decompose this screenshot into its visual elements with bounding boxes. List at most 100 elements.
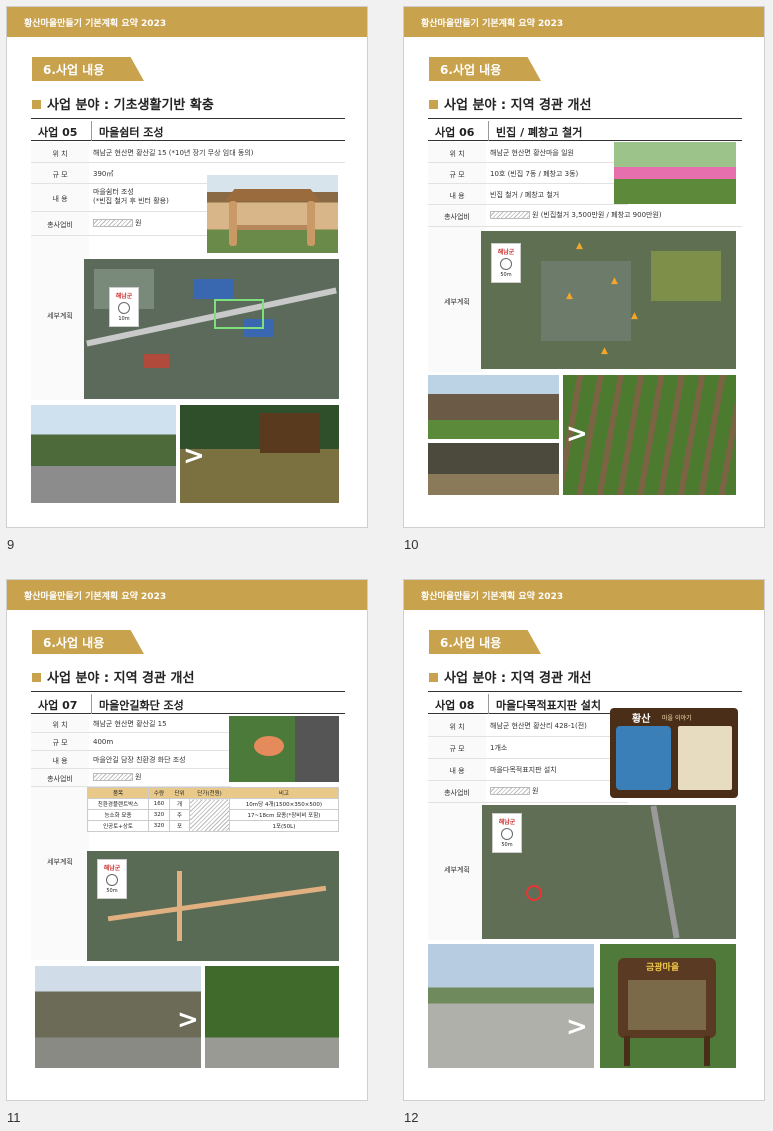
row-budget: 총사업비 원 [31, 769, 231, 787]
redacted-amount [490, 787, 530, 795]
cell: 능소화 묘종 [86, 809, 150, 821]
arrow-icon: > [183, 441, 205, 471]
divider [488, 121, 489, 141]
row-content: 내 용 마을쉼터 조성 (*빈집 철거 후 빈터 활용) [31, 184, 211, 212]
row-location: 위 치 해남군 현산면 황산길 15 [31, 715, 231, 733]
cell: 인공토+상토 [86, 820, 150, 832]
cell: 320 [148, 809, 170, 821]
arrow-icon: > [177, 1005, 199, 1035]
project-row: 사업 05 마을쉼터 조성 [31, 121, 345, 141]
page-12: 황산마을만들기 기본계획 요약 2023 6.사업 내용 사업 분야 : 지역 … [403, 579, 765, 1101]
aerial-map: 해남군 10m [84, 259, 339, 399]
materials-table: 품목 수량 단위 단가(천원) 비고 친환경플랜트박스 160 개 10m당 4… [86, 787, 340, 832]
map-scale: 50m [500, 272, 512, 278]
label-budget: 총사업비 [444, 789, 470, 797]
section-label: 6.사업 내용 [429, 630, 541, 654]
village-sign-image: 황산 마을 이야기 [610, 708, 738, 798]
cell: 개 [168, 798, 191, 810]
field-title: 사업 분야 : 기초생활기반 확충 [32, 94, 214, 113]
divider [488, 694, 489, 714]
map-logo: 해남군 [103, 865, 121, 872]
value-content: 빈집 철거 / 폐창고 철거 [490, 191, 560, 199]
budget-note: (빈집철거 3,500만원 / 폐창고 900만원) [540, 211, 662, 219]
label-location: 위 치 [449, 723, 465, 731]
value-scale: 10호 (빈집 7동 / 폐창고 3동) [490, 170, 579, 178]
label-content: 내 용 [52, 195, 68, 203]
map-scale: 50m [106, 888, 118, 894]
photo-install-site [428, 944, 594, 1068]
table-top-rule [31, 118, 345, 119]
project-row: 사업 08 마을다목적표지판 설치 [428, 694, 628, 714]
col-header: 단가(천원) [189, 787, 230, 799]
cell: 10m당 4개(1500×350×500) [228, 798, 340, 810]
photo-trumpet-vine [229, 716, 339, 782]
photo-shelter [207, 175, 338, 253]
label-budget: 총사업비 [47, 221, 73, 229]
won-unit: 원 [532, 211, 539, 219]
label-scale: 규 모 [52, 739, 68, 747]
row-content: 내 용 마을안길 담장 친환경 화단 조성 [31, 751, 231, 769]
value-location: 해남군 현산면 황산마을 일원 [490, 149, 574, 157]
sign-title: 황산 [632, 714, 651, 725]
label-scale: 규 모 [449, 171, 465, 179]
cell: 친환경플랜트박스 [86, 798, 150, 810]
redacted-amount [490, 211, 530, 219]
page-number: 11 [7, 1110, 21, 1125]
project-id: 사업 08 [435, 699, 475, 712]
project-name: 마을다목적표지판 설치 [496, 699, 602, 712]
row-budget: 총사업비 원 [31, 212, 211, 236]
row-scale: 규 모 1개소 [428, 737, 628, 759]
map-scale: 10m [118, 316, 130, 322]
value-content: 마을안길 담장 친환경 화단 조성 [93, 756, 186, 764]
label-content: 내 용 [52, 757, 68, 765]
section-label: 6.사업 내용 [32, 57, 144, 81]
table-top-rule [428, 691, 742, 692]
project-row: 사업 06 빈집 / 폐창고 철거 [428, 121, 742, 141]
page-header: 황산마을만들기 기본계획 요약 2023 [7, 580, 367, 610]
project-id: 사업 07 [38, 699, 78, 712]
row-content: 내 용 빈집 철거 / 폐창고 철거 [428, 184, 628, 205]
won-unit: 원 [532, 787, 539, 795]
col-header: 비고 [228, 787, 340, 799]
aerial-map: 해남군 50m [482, 805, 736, 939]
label-scale: 규 모 [449, 745, 465, 753]
compass-icon [106, 874, 118, 886]
section-label: 6.사업 내용 [32, 630, 144, 654]
project-id: 사업 06 [435, 126, 475, 139]
arrow-icon: > [566, 1012, 588, 1042]
row-scale: 규 모 400m [31, 733, 231, 751]
map-logo: 해남군 [115, 293, 133, 300]
page-10: 황산마을만들기 기본계획 요약 2023 6.사업 내용 사업 분야 : 지역 … [403, 6, 765, 528]
value-scale: 400m [93, 738, 114, 746]
row-location: 위 치 해남군 현산면 황산마을 일원 [428, 142, 628, 163]
row-budget: 총사업비 원 (빈집철거 3,500만원 / 폐창고 900만원) [428, 205, 742, 227]
project-name: 마을안길화단 조성 [99, 699, 184, 712]
photo-empty-house [428, 375, 559, 439]
cell: 1포(50L) [228, 820, 340, 832]
cell: 포 [168, 820, 191, 832]
table-top-rule [428, 118, 742, 119]
value-location: 해남군 현산면 황산길 15 [93, 720, 167, 728]
page-number: 9 [7, 537, 15, 552]
value-location: 해남군 현산면 황산길 15 (*10년 장기 무상 임대 동의) [93, 149, 254, 157]
page-11: 황산마을만들기 기본계획 요약 2023 6.사업 내용 사업 분야 : 지역 … [6, 579, 368, 1101]
cell: 주 [168, 809, 191, 821]
col-header: 수량 [148, 787, 170, 799]
value-location: 해남군 현산면 황산리 428-1(전) [490, 722, 587, 730]
map-logo: 해남군 [498, 819, 516, 826]
aerial-map: 해남군 50m [87, 851, 339, 961]
label-location: 위 치 [52, 721, 68, 729]
divider [91, 694, 92, 714]
redacted-amount [93, 219, 133, 227]
table-header-row: 품목 수량 단위 단가(천원) 비고 [86, 787, 340, 799]
page-header: 황산마을만들기 기본계획 요약 2023 [404, 7, 764, 37]
label-scale: 규 모 [52, 171, 68, 179]
photo-sign-example: 금광마을 [600, 944, 736, 1068]
field-title: 사업 분야 : 지역 경관 개선 [429, 667, 591, 686]
label-content: 내 용 [449, 192, 465, 200]
label-content: 내 용 [449, 767, 465, 775]
project-name: 마을쉼터 조성 [99, 126, 164, 139]
cell: 160 [148, 798, 170, 810]
cell: 17~18cm 묘종(*장비비 포함) [228, 809, 340, 821]
section-label: 6.사업 내용 [429, 57, 541, 81]
